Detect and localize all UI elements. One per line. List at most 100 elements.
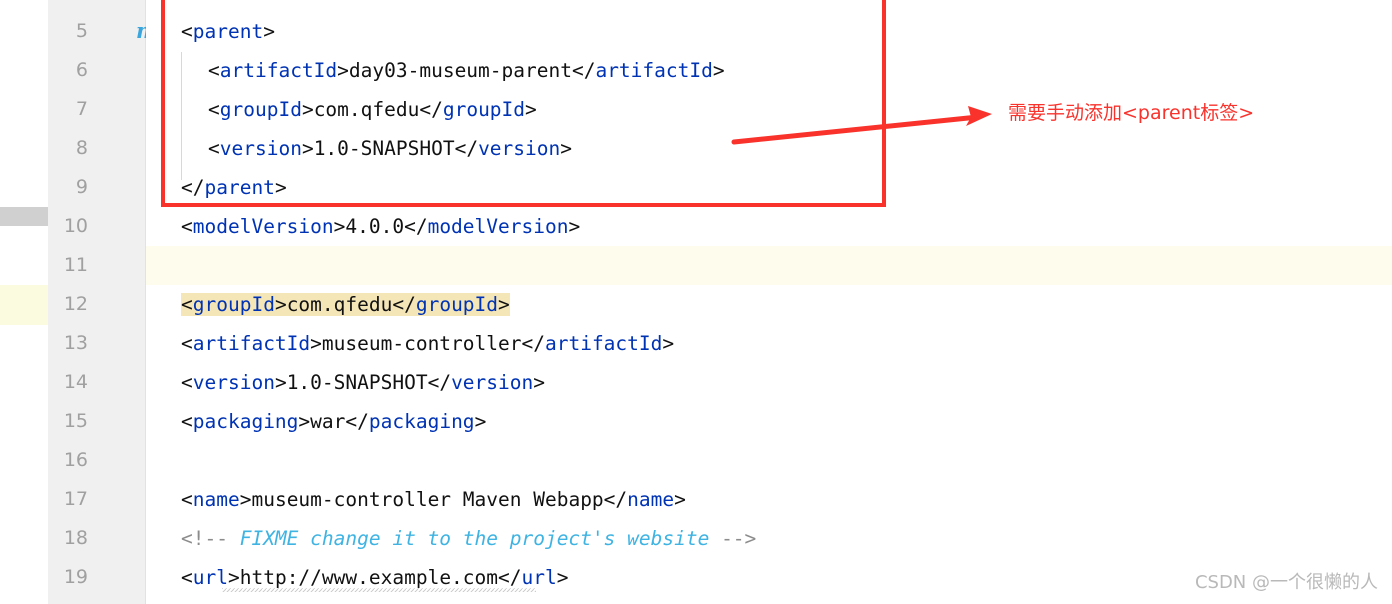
line-number: 11 xyxy=(63,254,88,276)
code-token: 1.0-SNAPSHOT xyxy=(313,137,455,160)
clipped-schema-location-line: xsi:schemaLocation="http://maven.apache.… xyxy=(146,0,1392,12)
code-token: < xyxy=(208,98,220,121)
code-token: groupId xyxy=(219,98,302,121)
code-token: day03-museum-parent xyxy=(348,59,572,82)
line-number: 9 xyxy=(75,176,88,198)
code-token: FIXME change it to the project's website xyxy=(227,527,722,550)
line-number: 15 xyxy=(63,410,88,432)
code-line[interactable]: <modelVersion>4.0.0</modelVersion> xyxy=(146,207,1392,246)
code-token: </ xyxy=(181,176,205,199)
code-token: </ xyxy=(571,59,596,82)
code-token: > xyxy=(227,566,240,589)
code-line[interactable]: <artifactId>day03-museum-parent</artifac… xyxy=(146,51,1392,90)
code-token: > xyxy=(274,371,287,394)
code-editor[interactable]: 5678910111213141516171819m xsi:schemaLoc… xyxy=(0,0,1392,604)
code-token: > xyxy=(274,176,287,199)
annotation-callout-text: 需要手动添加<parent标签> xyxy=(1008,102,1255,124)
code-token: > xyxy=(712,59,725,82)
code-token: modelVersion xyxy=(427,215,569,238)
code-token: packaging xyxy=(192,410,299,433)
code-token: groupId xyxy=(415,293,499,316)
code-token: > xyxy=(474,410,487,433)
code-token: > xyxy=(568,215,581,238)
code-token: > xyxy=(301,137,314,160)
code-token: com.qfedu xyxy=(286,293,393,316)
code-token: > xyxy=(560,137,572,160)
code-line[interactable]: <artifactId>museum-controller</artifactI… xyxy=(146,324,1392,363)
code-token: > xyxy=(263,20,275,43)
code-token: < xyxy=(181,293,193,316)
code-token: </ xyxy=(419,98,443,121)
code-token: > xyxy=(310,332,322,355)
code-token: </ xyxy=(521,332,545,355)
code-token: </ xyxy=(427,371,452,394)
line-tokens: <packaging>war</packaging> xyxy=(181,410,486,433)
code-line[interactable]: <!-- FIXME change it to the project's we… xyxy=(146,519,1392,558)
code-token: 4.0.0 xyxy=(345,215,405,238)
code-token: version xyxy=(451,371,534,394)
code-token: name xyxy=(192,488,240,511)
line-number: 6 xyxy=(75,59,88,81)
code-token: > xyxy=(298,410,311,433)
code-line[interactable]: <name>museum-controller Maven Webapp</na… xyxy=(146,480,1392,519)
line-tokens: <!-- FIXME change it to the project's we… xyxy=(181,527,756,550)
code-line[interactable]: </parent> xyxy=(146,168,1392,207)
code-line[interactable]: <version>1.0-SNAPSHOT</version> xyxy=(146,363,1392,402)
selected-text-highlight: <groupId>com.qfedu</groupId> xyxy=(181,293,510,316)
code-token: groupId xyxy=(192,293,275,316)
code-token: < xyxy=(208,137,220,160)
code-token: </ xyxy=(454,137,479,160)
code-token: > xyxy=(525,98,537,121)
line-number: 5 xyxy=(75,20,88,42)
code-content[interactable]: xsi:schemaLocation="http://maven.apache.… xyxy=(146,0,1392,604)
code-token: version xyxy=(478,137,561,160)
code-token: </ xyxy=(345,410,369,433)
code-token: packaging xyxy=(368,410,475,433)
code-token: artifactId xyxy=(595,59,713,82)
code-token: parent xyxy=(204,176,275,199)
code-token: </ xyxy=(603,488,628,511)
code-token: com.qfedu xyxy=(313,98,420,121)
line-tokens: <groupId>com.qfedu</groupId> xyxy=(208,98,537,121)
code-line[interactable]: <packaging>war</packaging> xyxy=(146,402,1392,441)
line-number: 13 xyxy=(63,332,88,354)
code-token: groupId xyxy=(442,98,526,121)
line-tokens: <artifactId>museum-controller</artifactI… xyxy=(181,332,674,355)
code-token: > xyxy=(674,488,686,511)
code-token: > xyxy=(337,59,349,82)
code-line[interactable]: <groupId>com.qfedu</groupId> xyxy=(146,285,1392,324)
line-tokens: <version>1.0-SNAPSHOT</version> xyxy=(208,137,572,160)
code-line[interactable] xyxy=(146,441,1392,480)
code-token: > xyxy=(556,566,569,589)
code-token: < xyxy=(181,410,193,433)
code-line[interactable] xyxy=(146,246,1392,285)
line-number-gutter[interactable]: 5678910111213141516171819m xyxy=(48,0,197,604)
code-token: artifactId xyxy=(192,332,311,355)
code-line[interactable]: <version>1.0-SNAPSHOT</version> xyxy=(146,129,1392,168)
code-token: </ xyxy=(392,293,416,316)
code-token: artifactId xyxy=(219,59,338,82)
code-token: war xyxy=(310,410,346,433)
code-line[interactable]: <parent> xyxy=(146,12,1392,51)
line-tokens: <url>http://www.example.com</url> xyxy=(181,566,568,589)
code-token: parent xyxy=(192,20,264,43)
code-token: < xyxy=(181,20,193,43)
code-token: > xyxy=(662,332,675,355)
line-number: 16 xyxy=(63,449,88,471)
line-number: 10 xyxy=(63,215,88,237)
line-tokens: </parent> xyxy=(181,176,287,199)
line-tokens: <parent> xyxy=(181,20,275,43)
line-number: 19 xyxy=(63,566,88,588)
code-token: museum-controller Maven Webapp xyxy=(251,488,604,511)
